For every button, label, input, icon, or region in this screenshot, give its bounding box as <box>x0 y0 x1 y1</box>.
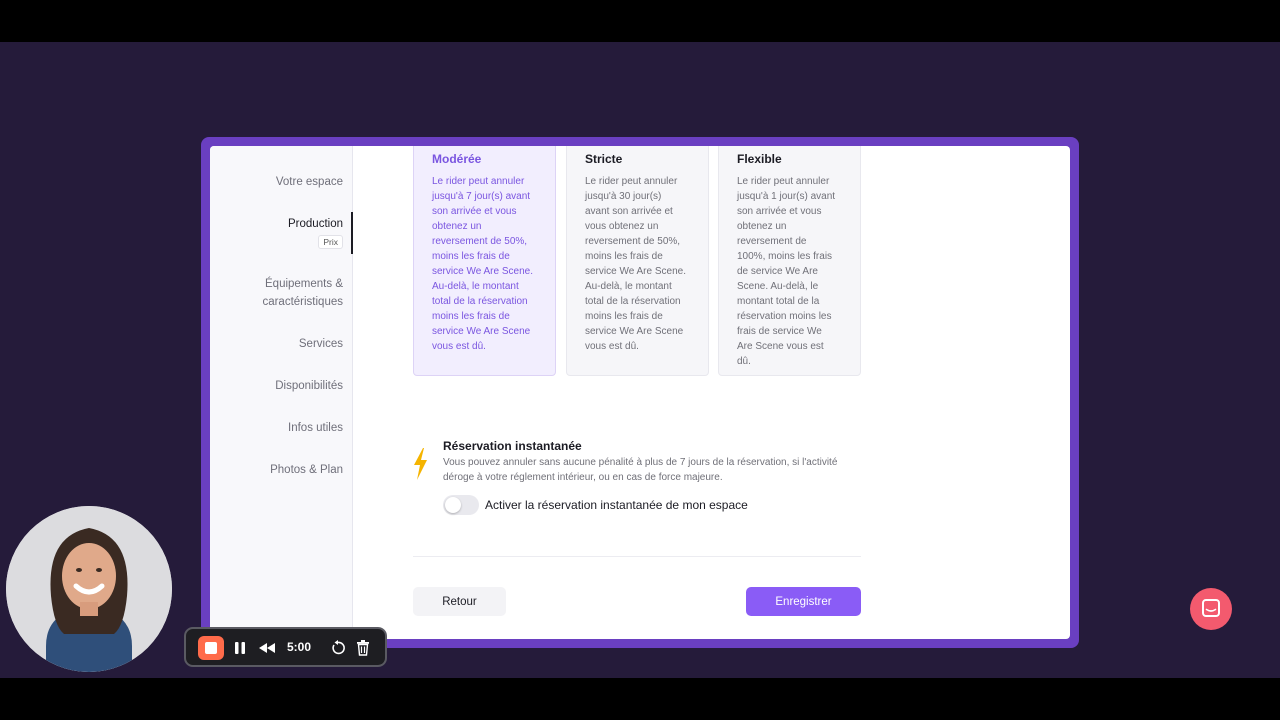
recording-controls: 5:00 <box>184 627 387 667</box>
policy-card-line: obtenez un <box>432 221 482 232</box>
sidebar-item-equipements[interactable]: Équipements & <box>265 275 343 293</box>
policy-card-flexible[interactable]: Flexible Le rider peut annuler jusqu'à 1 … <box>718 146 861 376</box>
policy-card-line: Are Scene vous est <box>737 341 824 352</box>
policy-card-line: moins les frais de <box>432 251 510 262</box>
policy-card-description: Le rider peut annuler jusqu'à 30 jour(s) a… <box>585 174 696 354</box>
policy-card-line: dû. <box>737 356 751 367</box>
save-button[interactable]: Enregistrer <box>746 587 861 616</box>
chat-launcher-button[interactable] <box>1190 588 1232 630</box>
policy-card-line: vous est dû. <box>432 341 486 352</box>
rewind-icon[interactable] <box>258 638 276 658</box>
letterbox-top <box>0 0 1280 42</box>
policy-card-line: jusqu'à 7 jour(s) avant <box>432 191 531 202</box>
policy-card-title: Stricte <box>585 152 623 166</box>
policy-card-line: Le rider peut annuler <box>737 176 830 187</box>
policy-card-line: Le rider peut annuler <box>432 176 525 187</box>
policy-card-line: Au-delà, le montant <box>585 281 672 292</box>
policy-card-line: reversement de 50%, <box>585 236 681 247</box>
instant-booking-description-line: déroge à votre réglement intérieur, ou e… <box>443 472 723 483</box>
divider <box>413 556 861 557</box>
policy-card-line: jusqu'à 1 jour(s) avant <box>737 191 836 202</box>
policy-card-line: réservation moins les <box>737 311 832 322</box>
policy-card-line: son arrivée et vous <box>737 206 822 217</box>
policy-card-line: reversement de <box>737 236 807 247</box>
policy-card-line: service We Are Scene <box>432 326 531 337</box>
sidebar-active-indicator <box>351 212 353 254</box>
policy-card-description: Le rider peut annuler jusqu'à 1 jour(s) a… <box>737 174 848 369</box>
presenter-webcam <box>6 506 172 672</box>
sidebar-subitem-prix[interactable]: Prix <box>318 235 343 249</box>
policy-card-line: total de la réservation <box>432 296 528 307</box>
back-button[interactable]: Retour <box>413 587 506 616</box>
policy-card-line: Scene. Au-delà, le <box>737 281 819 292</box>
letterbox-bottom <box>0 678 1280 720</box>
sidebar-item-services[interactable]: Services <box>299 335 343 353</box>
instant-booking-description: Vous pouvez annuler sans aucune pénalité… <box>443 455 873 485</box>
lightning-bolt-icon <box>414 448 427 480</box>
policy-card-title: Flexible <box>737 152 782 166</box>
policy-card-line: service We Are Scene. <box>432 266 533 277</box>
chat-icon <box>1202 599 1220 617</box>
policy-card-line: montant total de la <box>737 296 820 307</box>
policy-card-line: Au-delà, le montant <box>432 281 519 292</box>
policy-card-line: vous est dû. <box>585 341 639 352</box>
policy-card-stricte[interactable]: Stricte Le rider peut annuler jusqu'à 30 … <box>566 146 709 376</box>
sidebar-item-disponibilites[interactable]: Disponibilités <box>275 377 343 395</box>
instant-booking-description-line: Vous pouvez annuler sans aucune pénalité… <box>443 457 838 468</box>
policy-card-line: service We Are Scene <box>585 326 684 337</box>
sidebar-item-votre-espace[interactable]: Votre espace <box>276 173 343 191</box>
policy-card-moderee[interactable]: Modérée Le rider peut annuler jusqu'à 7 j… <box>413 146 556 376</box>
sidebar-item-equipements-line2[interactable]: caractéristiques <box>262 293 343 311</box>
policy-card-line: obtenez un <box>737 221 787 232</box>
policy-card-title: Modérée <box>432 152 482 166</box>
sidebar-item-infos-utiles[interactable]: Infos utiles <box>288 419 343 437</box>
instant-booking-toggle-label[interactable]: Activer la réservation instantanée de mo… <box>485 498 748 512</box>
trash-icon[interactable] <box>355 638 371 658</box>
policy-card-line: moins les frais de <box>585 251 663 262</box>
sidebar-item-photos-plan[interactable]: Photos & Plan <box>270 461 343 479</box>
sidebar: Votre espace Production Prix Équipements… <box>210 146 353 639</box>
app-window: Votre espace Production Prix Équipements… <box>210 146 1070 639</box>
policy-card-line: total de la réservation <box>585 296 681 307</box>
policy-card-line: jusqu'à 30 jour(s) <box>585 191 662 202</box>
policy-card-line: de service We Are <box>737 266 818 277</box>
policy-card-line: vous obtenez un <box>585 221 659 232</box>
policy-card-description: Le rider peut annuler jusqu'à 7 jour(s) a… <box>432 174 543 354</box>
stop-recording-button[interactable] <box>198 636 224 660</box>
recording-timer: 5:00 <box>287 640 312 654</box>
policy-card-line: service We Are Scene. <box>585 266 686 277</box>
restart-icon[interactable] <box>330 638 346 658</box>
pause-icon[interactable] <box>233 638 247 658</box>
toggle-knob <box>445 497 461 513</box>
presenter-avatar-icon <box>6 506 172 672</box>
policy-card-line: reversement de 50%, <box>432 236 528 247</box>
policy-card-line: frais de service We <box>737 326 822 337</box>
sidebar-item-production[interactable]: Production <box>288 215 343 233</box>
policy-card-line: moins les frais de <box>432 311 510 322</box>
policy-card-line: son arrivée et vous <box>432 206 517 217</box>
policy-card-line: avant son arrivée et <box>585 206 673 217</box>
instant-booking-toggle[interactable] <box>443 495 479 515</box>
policy-card-line: 100%, moins les frais <box>737 251 833 262</box>
policy-card-line: Le rider peut annuler <box>585 176 678 187</box>
instant-booking-title: Réservation instantanée <box>443 439 582 453</box>
policy-card-line: moins les frais de <box>585 311 663 322</box>
